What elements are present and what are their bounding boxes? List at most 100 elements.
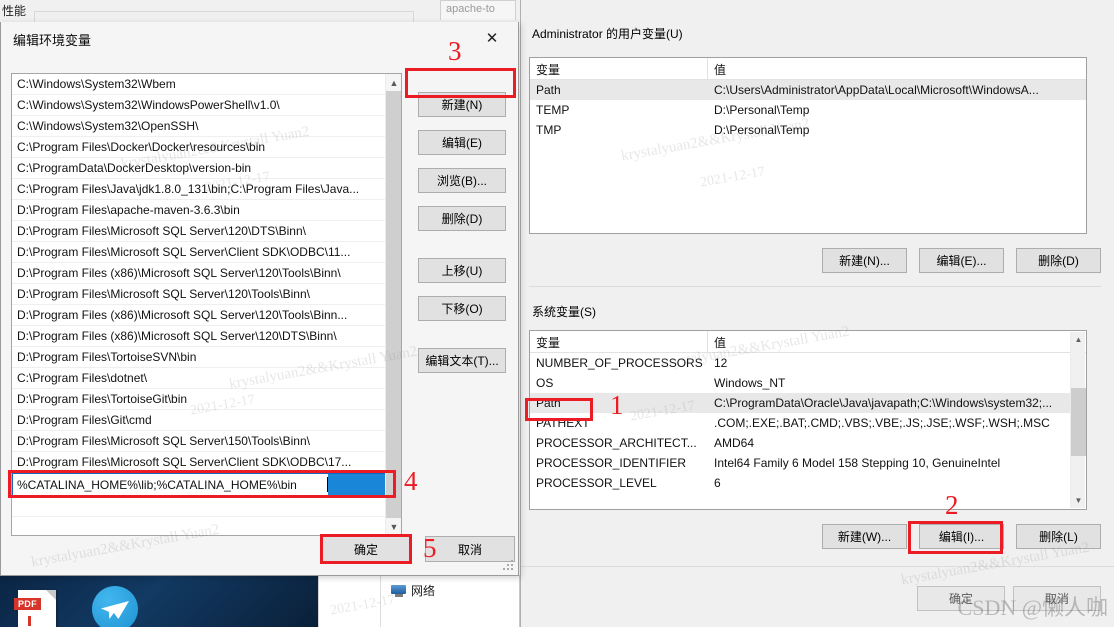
cancel-button[interactable]: 取消 (1013, 586, 1101, 611)
cell-variable: NUMBER_OF_PROCESSORS (536, 356, 703, 370)
path-edit-input-row[interactable]: %CATALINA_HOME%\lib;%CATALINA_HOME%\bin (12, 473, 401, 496)
user-delete-button[interactable]: 删除(D) (1016, 248, 1101, 273)
scroll-down-arrow-icon[interactable]: ▼ (1071, 493, 1086, 508)
list-item[interactable]: D:\Program Files\Microsoft SQL Server\12… (12, 284, 401, 305)
table-row[interactable]: TEMP D:\Personal\Temp (530, 100, 1086, 120)
dialog-title: 编辑环境变量 (13, 33, 92, 48)
cell-variable: TEMP (536, 103, 570, 117)
explorer-tree-item-network[interactable]: 网络 (391, 582, 435, 599)
close-icon[interactable]: ✕ (470, 24, 514, 52)
cell-value: D:\Personal\Temp (714, 123, 810, 137)
system-variables-rows: NUMBER_OF_PROCESSORS 12 OS Windows_NT Pa… (530, 353, 1086, 493)
system-edit-button[interactable]: 编辑(I)... (919, 524, 1004, 549)
table-row[interactable]: PROCESSOR_ARCHITECT... AMD64 (530, 433, 1086, 453)
list-item[interactable]: D:\Program Files\Microsoft SQL Server\12… (12, 221, 401, 242)
scrollbar-thumb[interactable] (1071, 388, 1086, 456)
scroll-up-arrow-icon[interactable]: ▲ (1071, 332, 1086, 347)
list-item[interactable]: C:\Program Files\Java\jdk1.8.0_131\bin;C… (12, 179, 401, 200)
button-group-gap (418, 244, 506, 258)
messenger-app-icon[interactable] (92, 586, 138, 627)
scroll-down-arrow-icon[interactable]: ▼ (386, 518, 401, 535)
ok-button[interactable]: 确定 (917, 586, 1005, 611)
cell-value: C:\ProgramData\Oracle\Java\javapath;C:\W… (714, 396, 1053, 410)
list-item[interactable]: D:\Program Files\TortoiseSVN\bin (12, 347, 401, 368)
list-item-empty[interactable] (12, 496, 401, 517)
system-variables-group-label: 系统变量(S) (529, 303, 599, 320)
scrollbar-thumb[interactable] (386, 91, 401, 518)
system-variables-scrollbar[interactable]: ▲ ▼ (1070, 332, 1086, 508)
list-item[interactable]: D:\Program Files\TortoiseGit\bin (12, 389, 401, 410)
edit-dialog-cancel-button[interactable]: 取消 (425, 536, 515, 562)
annotation-number-1: 1 (610, 390, 624, 420)
user-edit-button[interactable]: 编辑(E)... (919, 248, 1004, 273)
page-fold (46, 590, 56, 600)
cell-value: 12 (714, 356, 728, 370)
path-entries-list[interactable]: C:\Windows\System32\Wbem C:\Windows\Syst… (11, 73, 402, 536)
list-item[interactable]: C:\Windows\System32\Wbem (12, 74, 401, 95)
cell-variable: PROCESSOR_IDENTIFIER (536, 456, 687, 470)
column-header-value: 值 (714, 336, 727, 350)
user-variables-header: 变量 值 (530, 58, 1086, 80)
scroll-up-arrow-icon[interactable]: ▲ (386, 74, 401, 91)
table-row[interactable]: TMP D:\Personal\Temp (530, 120, 1086, 140)
table-row[interactable]: NUMBER_OF_PROCESSORS 12 (530, 353, 1086, 373)
annotation-number-3: 3 (448, 36, 462, 66)
list-item[interactable]: C:\Windows\System32\WindowsPowerShell\v1… (12, 95, 401, 116)
list-item[interactable]: C:\ProgramData\DockerDesktop\version-bin (12, 158, 401, 179)
explorer-tree-item-label: 网络 (411, 584, 436, 598)
user-new-button[interactable]: 新建(N)... (822, 248, 907, 273)
list-item[interactable]: D:\Program Files (x86)\Microsoft SQL Ser… (12, 326, 401, 347)
list-item[interactable]: C:\Windows\System32\OpenSSH\ (12, 116, 401, 137)
background-browser-tab[interactable]: apache-to (440, 0, 516, 20)
system-variables-header: 变量 值 (530, 331, 1086, 353)
table-row[interactable]: PROCESSOR_IDENTIFIER Intel64 Family 6 Mo… (530, 453, 1086, 473)
system-delete-button[interactable]: 删除(L) (1016, 524, 1101, 549)
list-item[interactable]: D:\Program Files (x86)\Microsoft SQL Ser… (12, 305, 401, 326)
cell-value: 6 (714, 476, 721, 490)
annotation-number-5: 5 (423, 533, 437, 563)
list-item[interactable]: D:\Program Files\Microsoft SQL Server\15… (12, 431, 401, 452)
user-variables-group-label: Administrator 的用户变量(U) (529, 25, 686, 42)
cell-value: C:\Users\Administrator\AppData\Local\Mic… (714, 83, 1039, 97)
cell-variable: OS (536, 376, 554, 390)
environment-variables-dialog: Administrator 的用户变量(U) 变量 值 Path C:\User… (520, 0, 1114, 627)
cell-variable: PROCESSOR_LEVEL (536, 476, 657, 490)
system-new-button[interactable]: 新建(W)... (822, 524, 907, 549)
path-rows-container: C:\Windows\System32\Wbem C:\Windows\Syst… (12, 74, 401, 517)
list-item[interactable]: D:\Program Files\apache-maven-3.6.3\bin (12, 200, 401, 221)
user-variables-table[interactable]: 变量 值 Path C:\Users\Administrator\AppData… (529, 57, 1087, 234)
list-item[interactable]: D:\Program Files\Microsoft SQL Server\Cl… (12, 452, 401, 473)
network-monitor-icon (391, 584, 406, 597)
cell-value: Windows_NT (714, 376, 786, 390)
explorer-window-fragment: 网络 (318, 575, 520, 627)
browse-button[interactable]: 浏览(B)... (418, 168, 506, 193)
table-row[interactable]: PROCESSOR_LEVEL 6 (530, 473, 1086, 493)
edit-text-button[interactable]: 编辑文本(T)... (418, 348, 506, 373)
paper-plane-icon (101, 601, 129, 619)
user-variables-rows: Path C:\Users\Administrator\AppData\Loca… (530, 80, 1086, 140)
cell-variable: PROCESSOR_ARCHITECT... (536, 436, 697, 450)
explorer-nav-pane (319, 575, 381, 627)
resize-grip[interactable] (503, 560, 515, 572)
annotation-number-4: 4 (404, 466, 418, 496)
pdf-file-icon[interactable]: PDF (14, 590, 56, 627)
new-button[interactable]: 新建(N) (418, 92, 506, 117)
move-up-button[interactable]: 上移(U) (418, 258, 506, 283)
edit-button[interactable]: 编辑(E) (418, 130, 506, 155)
edit-dialog-side-buttons: 新建(N) 编辑(E) 浏览(B)... 删除(D) 上移(U) 下移(O) 编… (418, 92, 506, 386)
system-variables-table[interactable]: 变量 值 NUMBER_OF_PROCESSORS 12 OS Windows_… (529, 330, 1087, 510)
move-down-button[interactable]: 下移(O) (418, 296, 506, 321)
table-row[interactable]: Path C:\Users\Administrator\AppData\Loca… (530, 80, 1086, 100)
list-item[interactable]: D:\Program Files\Microsoft SQL Server\Cl… (12, 242, 401, 263)
list-item[interactable]: C:\Program Files\dotnet\ (12, 368, 401, 389)
path-list-scrollbar[interactable]: ▲ ▼ (385, 74, 401, 535)
edit-dialog-ok-button[interactable]: 确定 (321, 536, 411, 562)
cell-value: D:\Personal\Temp (714, 103, 810, 117)
list-item[interactable]: D:\Program Files (x86)\Microsoft SQL Ser… (12, 263, 401, 284)
screen-root: PDF 网络 性能 apache-to Administrator 的用户变量(… (0, 0, 1114, 627)
delete-button[interactable]: 删除(D) (418, 206, 506, 231)
list-item[interactable]: C:\Program Files\Docker\Docker\resources… (12, 137, 401, 158)
column-header-variable: 变量 (530, 58, 708, 79)
list-item[interactable]: D:\Program Files\Git\cmd (12, 410, 401, 431)
annotation-number-2: 2 (945, 490, 959, 520)
